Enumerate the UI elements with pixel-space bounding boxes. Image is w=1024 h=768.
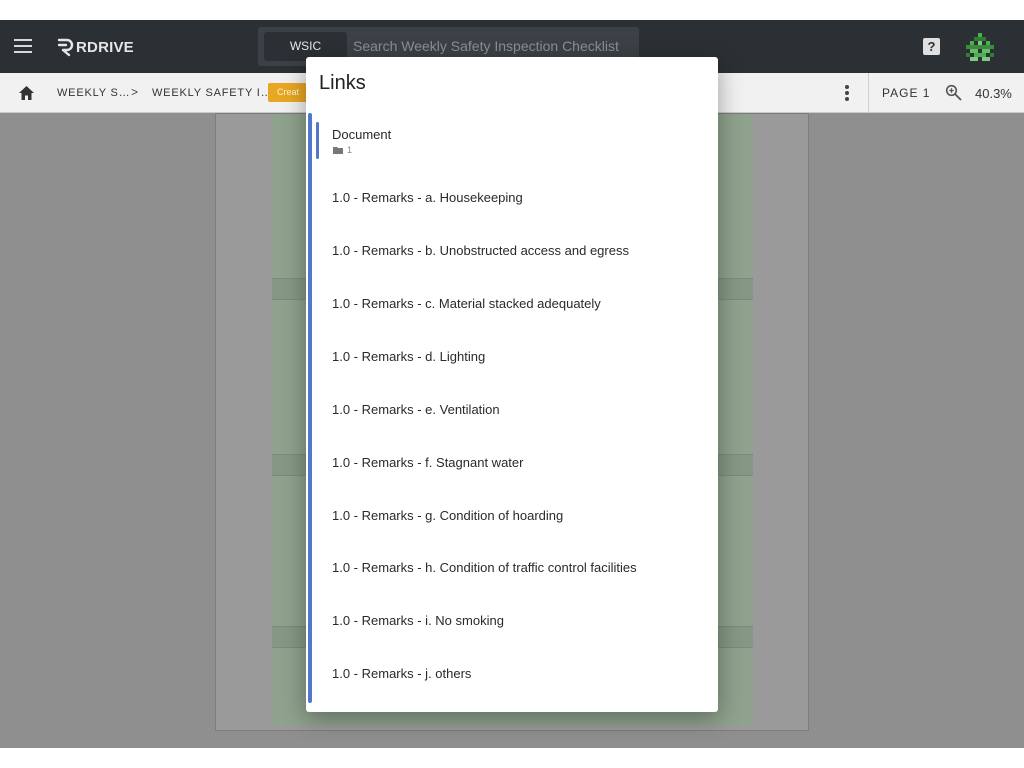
link-label: 1.0 - Remarks - b. Unobstructed access a… [332, 243, 629, 258]
logo-text: RDRIVE [76, 38, 134, 56]
help-icon[interactable]: ? [923, 38, 940, 55]
app-logo[interactable]: RDRIVE [56, 35, 134, 59]
status-badge: Creat [268, 83, 308, 102]
zoom-level[interactable]: 40.3% [975, 86, 1012, 101]
menu-icon[interactable] [14, 39, 32, 53]
selection-rail [308, 113, 312, 703]
list-item[interactable]: 1.0 - Remarks - d. Lighting [332, 337, 712, 377]
link-label: 1.0 - Remarks - f. Stagnant water [332, 455, 524, 470]
toolbar-divider [868, 73, 869, 113]
list-item[interactable]: 1.0 - Remarks - j. others [332, 654, 712, 694]
link-label: 1.0 - Remarks - c. Material stacked adeq… [332, 296, 601, 311]
search-input[interactable]: Search Weekly Safety Inspection Checklis… [353, 38, 619, 54]
zoom-icon[interactable] [945, 84, 962, 101]
breadcrumb-item-folder[interactable]: WEEKLY S… [57, 87, 130, 99]
link-label: 1.0 - Remarks - i. No smoking [332, 613, 504, 628]
folder-icon [333, 147, 343, 154]
link-label: 1.0 - Remarks - a. Housekeeping [332, 190, 523, 205]
link-label: 1.0 - Remarks - j. others [332, 666, 472, 681]
document-meta: 1 [333, 145, 352, 155]
document-link[interactable]: Document [332, 127, 391, 142]
user-avatar[interactable] [966, 33, 994, 61]
list-item[interactable]: 1.0 - Remarks - i. No smoking [332, 601, 712, 641]
list-item[interactable]: 1.0 - Remarks - c. Material stacked adeq… [332, 284, 712, 324]
more-options-icon[interactable] [844, 85, 850, 101]
list-item[interactable]: 1.0 - Remarks - b. Unobstructed access a… [332, 231, 712, 271]
document-count: 1 [347, 145, 353, 155]
link-label: 1.0 - Remarks - e. Ventilation [332, 402, 500, 417]
link-list: Document 1 1.0 - Remarks - a. Housekeepi… [306, 113, 718, 705]
list-item[interactable]: 1.0 - Remarks - f. Stagnant water [332, 443, 712, 483]
list-item[interactable]: 1.0 - Remarks - a. Housekeeping [332, 178, 712, 218]
list-item[interactable]: 1.0 - Remarks - g. Condition of hoarding [332, 496, 712, 536]
link-label: 1.0 - Remarks - d. Lighting [332, 349, 486, 364]
logo-mark-icon [57, 38, 74, 57]
list-item[interactable]: 1.0 - Remarks - h. Condition of traffic … [332, 548, 712, 588]
page-indicator: PAGE 1 [882, 86, 931, 100]
dialog-title: Links [319, 72, 366, 94]
link-label: 1.0 - Remarks - h. Condition of traffic … [332, 560, 637, 575]
list-item[interactable]: 1.0 - Remarks - e. Ventilation [332, 390, 712, 430]
link-label: 1.0 - Remarks - g. Condition of hoarding [332, 508, 564, 523]
home-icon[interactable] [18, 85, 35, 101]
selection-indicator [316, 122, 319, 159]
links-dialog: Links Document 1 1.0 - Remarks - a. Hous… [306, 57, 718, 712]
app-screen: RDRIVE WSIC Search Weekly Safety Inspect… [0, 20, 1024, 748]
breadcrumb-item-document[interactable]: WEEKLY SAFETY I… [152, 87, 272, 99]
breadcrumb-separator: > [131, 85, 139, 99]
